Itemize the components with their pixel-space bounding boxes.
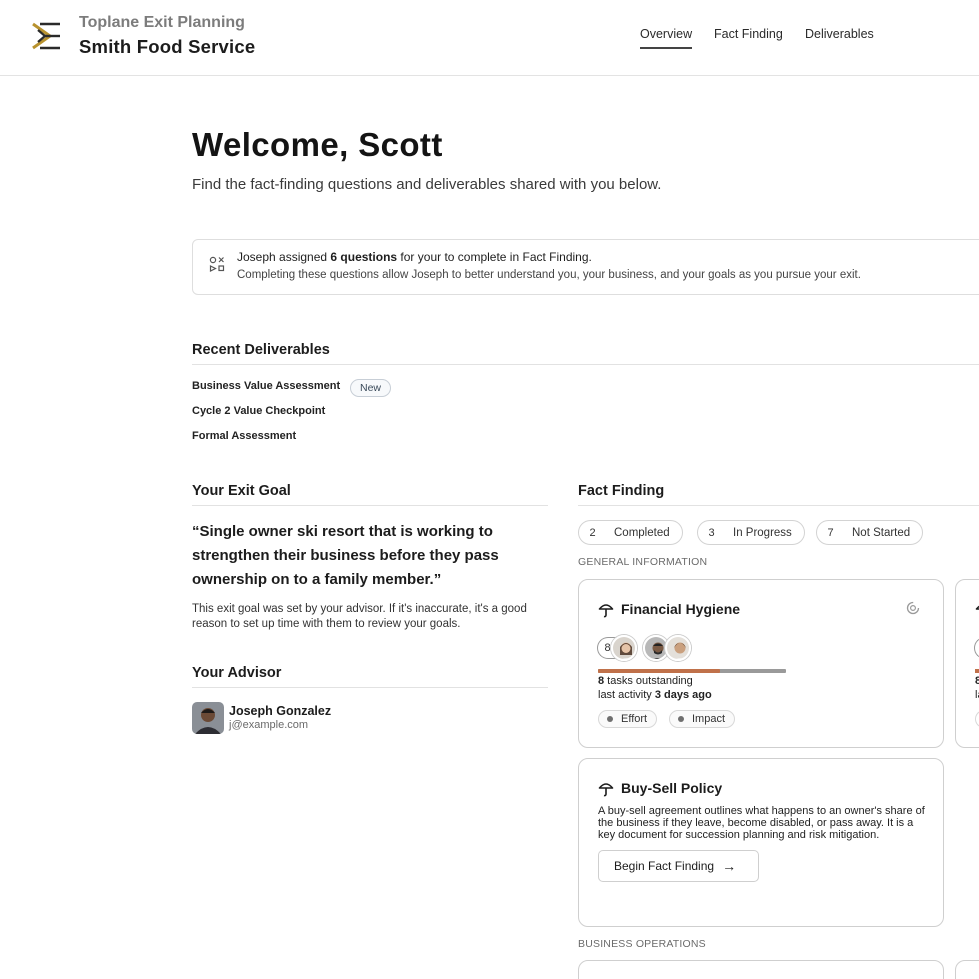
arrow-right-icon: →: [722, 858, 737, 874]
tasks-count: 8: [975, 675, 979, 687]
deliverable-link[interactable]: Formal Assessment: [192, 430, 296, 442]
card-description: A buy-sell agreement outlines what happe…: [598, 805, 925, 841]
toplane-logo-icon[interactable]: [30, 20, 62, 52]
nav-deliverables[interactable]: Deliverables: [805, 27, 874, 41]
assignment-banner[interactable]: Joseph assigned 6 questions for your to …: [192, 239, 979, 295]
avatar: [665, 635, 691, 661]
card-title: Buy-Sell Policy: [621, 780, 723, 796]
deliverable-link[interactable]: Business Value Assessment: [192, 380, 340, 392]
nav-fact-finding[interactable]: Fact Finding: [714, 27, 783, 41]
umbrella-icon: [598, 604, 614, 618]
tag: [975, 710, 979, 728]
recent-deliverables-title: Recent Deliverables: [192, 342, 330, 358]
tag-dot: [607, 716, 613, 722]
nav-overview[interactable]: Overview: [640, 27, 693, 49]
exit-goal-quote: “Single owner ski resort that is working…: [192, 523, 499, 588]
divider: [192, 505, 548, 506]
chip-label: In Progress: [733, 526, 792, 539]
chip-label: Not Started: [852, 526, 911, 539]
divider: [578, 505, 979, 506]
group-label-business-operations: BUSINESS OPERATIONS: [578, 938, 706, 950]
umbrella-icon: [975, 605, 979, 610]
page-title: Welcome, Scott: [192, 126, 443, 163]
tasks-outstanding: 8 tasks outstanding: [598, 675, 693, 687]
card-business-operations-partial[interactable]: [955, 960, 979, 979]
avatar: [611, 635, 637, 661]
chip-label: Completed: [614, 526, 670, 539]
advisor-avatar: [192, 702, 224, 734]
advisor-name: Joseph Gonzalez: [229, 704, 332, 718]
divider: [192, 364, 979, 365]
advisor-title: Your Advisor: [192, 665, 282, 681]
last-activity: last activity 3 days ago: [598, 689, 712, 701]
tag-dot: [678, 716, 684, 722]
tag-label: Impact: [692, 713, 726, 725]
chip-count: 3: [708, 526, 715, 539]
shapes-icon: [209, 256, 225, 272]
tag-label: Effort: [621, 713, 648, 725]
chip-completed[interactable]: 2 Completed: [578, 520, 683, 545]
tag-effort: Effort: [598, 710, 658, 728]
exit-goal-note: This exit goal was set by your advisor. …: [192, 603, 527, 630]
tasks-label: tasks outstanding: [604, 675, 693, 687]
begin-fact-finding-button[interactable]: Begin Fact Finding →: [598, 850, 759, 882]
chip-not-started[interactable]: 7 Not Started: [816, 520, 924, 545]
advisor-email[interactable]: j@example.com: [229, 719, 308, 731]
card-buy-sell-policy[interactable]: Buy-Sell Policy A buy-sell agreement out…: [578, 758, 944, 927]
divider: [192, 687, 548, 688]
chip-count: 2: [589, 526, 596, 539]
activity-label: last activity: [598, 689, 655, 701]
banner-message: Joseph assigned 6 questions for your to …: [237, 250, 592, 264]
page-subtitle: Find the fact-finding questions and deli…: [192, 176, 662, 193]
banner-question-count: 6 questions: [330, 250, 398, 264]
card-business-operations[interactable]: [578, 960, 944, 979]
progress-ring-icon: [906, 601, 920, 615]
card-title: Financial Hygiene: [621, 601, 741, 617]
tag-impact: Impact: [669, 710, 736, 728]
deliverable-link[interactable]: Cycle 2 Value Checkpoint: [192, 405, 325, 417]
chip-count: 7: [827, 526, 834, 539]
card-partial[interactable]: 8 8 la: [955, 579, 979, 748]
umbrella-icon: [598, 783, 614, 797]
activity-label: la: [975, 689, 979, 701]
progress-fill: [598, 669, 721, 673]
activity-time: 3 days ago: [654, 689, 712, 701]
progress-fill: [975, 669, 979, 673]
exit-goal-title: Your Exit Goal: [192, 483, 291, 499]
client-name: Smith Food Service: [79, 36, 256, 57]
button-label: Begin Fact Finding: [614, 859, 715, 873]
banner-suffix: for your to complete in Fact Finding.: [397, 250, 592, 264]
banner-prefix: Joseph assigned: [237, 250, 331, 264]
group-label-general: GENERAL INFORMATION: [578, 556, 708, 568]
new-badge: New: [350, 379, 392, 397]
fact-finding-title: Fact Finding: [578, 483, 665, 499]
banner-description: Completing these questions allow Joseph …: [237, 269, 861, 281]
assignee-count: 8: [974, 637, 979, 659]
brand-firm-name: Toplane Exit Planning: [79, 14, 245, 31]
task-progress-bar: [598, 669, 786, 673]
chip-in-progress[interactable]: 3 In Progress: [697, 520, 805, 545]
assignee-avatars: 8: [597, 634, 691, 662]
card-financial-hygiene[interactable]: Financial Hygiene 8 8 tasks outstanding …: [578, 579, 944, 748]
top-header: Toplane Exit Planning Smith Food Service…: [0, 0, 979, 76]
